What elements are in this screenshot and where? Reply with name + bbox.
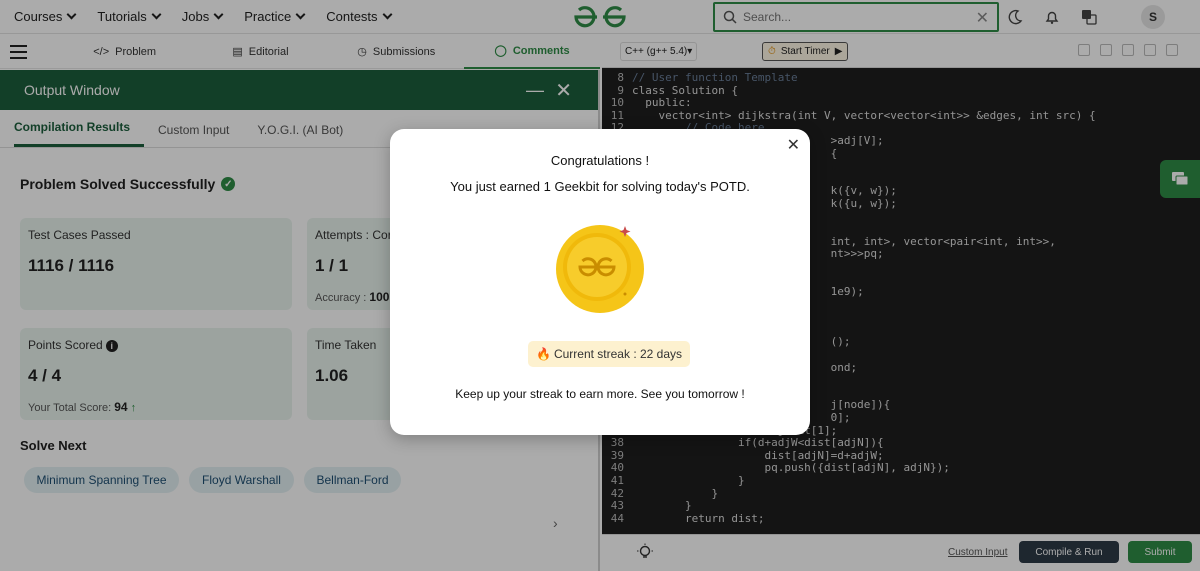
streak-badge: 🔥 Current streak : 22 days — [528, 341, 691, 367]
close-icon[interactable]: ✕ — [787, 135, 800, 155]
modal-footer-text: Keep up your streak to earn more. See yo… — [455, 387, 745, 401]
geekbit-coin-icon — [556, 225, 644, 313]
modal-message: You just earned 1 Geekbit for solving to… — [450, 179, 750, 194]
modal-title: Congratulations ! — [550, 153, 650, 168]
geekbit-modal: ✕ Congratulations ! You just earned 1 Ge… — [390, 129, 810, 435]
fire-icon: 🔥 — [536, 347, 551, 361]
